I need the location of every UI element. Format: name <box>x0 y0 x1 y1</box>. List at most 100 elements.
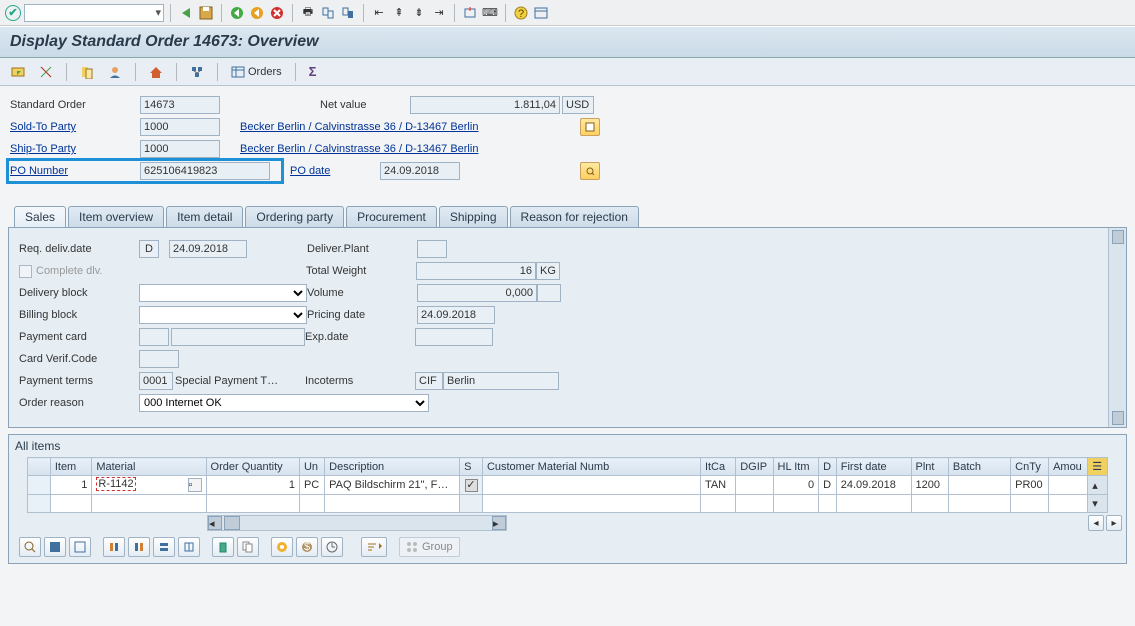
card-verif-field[interactable] <box>139 350 179 368</box>
payment-card-type[interactable] <box>139 328 169 346</box>
first-page-icon[interactable]: ⇤ <box>370 4 388 22</box>
detail-button[interactable] <box>19 537 41 557</box>
nav-first-button[interactable] <box>103 537 125 557</box>
req-deliv-rule[interactable]: D <box>139 240 159 258</box>
cell-item[interactable]: 1 <box>50 476 92 495</box>
col-itca[interactable]: ItCa <box>700 458 735 476</box>
display-header-button[interactable] <box>6 62 30 82</box>
col-d[interactable]: D <box>819 458 837 476</box>
delete-item-button[interactable] <box>212 537 234 557</box>
nav-prev-button[interactable] <box>128 537 150 557</box>
sold-to-label[interactable]: Sold-To Party <box>10 121 140 133</box>
tab-procurement[interactable]: Procurement <box>346 206 437 227</box>
nav-next-button[interactable] <box>153 537 175 557</box>
payment-terms-field[interactable]: 0001 <box>139 372 173 390</box>
grid-hscroll-right[interactable]: ▸ <box>1106 515 1122 531</box>
tab-sales[interactable]: Sales <box>14 206 66 227</box>
sum-button[interactable]: Σ <box>304 62 322 82</box>
ship-to-label[interactable]: Ship-To Party <box>10 143 140 155</box>
incoterms-text[interactable]: Berlin <box>443 372 559 390</box>
col-hlitm[interactable]: HL Itm <box>773 458 819 476</box>
pricing-button[interactable]: $ <box>296 537 318 557</box>
enter-button[interactable]: ✔ <box>4 4 22 22</box>
table-row[interactable]: 1 R-1142▫ 1 PC PAQ Bildschirm 21", F… ✓ … <box>28 476 1108 495</box>
reject-button[interactable] <box>34 62 58 82</box>
tab-shipping[interactable]: Shipping <box>439 206 508 227</box>
standard-order-field[interactable]: 14673 <box>140 96 220 114</box>
back-icon[interactable] <box>177 4 195 22</box>
copy-item-button[interactable] <box>237 537 259 557</box>
col-material[interactable]: Material <box>92 458 206 476</box>
incoterms-field[interactable]: CIF <box>415 372 443 390</box>
order-reason-select[interactable]: 000 Internet OK <box>139 394 429 412</box>
cell-d[interactable]: D <box>819 476 837 495</box>
col-plnt[interactable]: Plnt <box>911 458 948 476</box>
billing-block-select[interactable] <box>139 306 307 324</box>
col-custmat[interactable]: Customer Material Numb <box>482 458 700 476</box>
next-page-icon[interactable]: ⇟ <box>410 4 428 22</box>
col-batch[interactable]: Batch <box>948 458 1010 476</box>
cell-hlitm[interactable]: 0 <box>773 476 819 495</box>
tab-reason-rejection[interactable]: Reason for rejection <box>510 206 639 227</box>
home-button[interactable] <box>144 62 168 82</box>
table-row-empty[interactable]: ▾ <box>28 495 1108 513</box>
items-grid[interactable]: Item Material Order Quantity Un Descript… <box>27 457 1108 513</box>
nav-last-button[interactable] <box>178 537 200 557</box>
cell-custmat[interactable] <box>482 476 700 495</box>
header-nav-button[interactable] <box>75 62 99 82</box>
orders-button[interactable]: Orders <box>226 62 287 82</box>
sold-to-field[interactable]: 1000 <box>140 118 220 136</box>
deliver-plant-field[interactable] <box>417 240 447 258</box>
cell-material[interactable]: R-1142▫ <box>92 476 206 495</box>
col-amount[interactable]: Amou <box>1049 458 1088 476</box>
grid-hscrollbar[interactable]: ◂ ▸ <box>207 515 507 531</box>
partner-detail-button[interactable] <box>580 118 600 136</box>
cell-un[interactable]: PC <box>299 476 324 495</box>
grid-hscroll-left[interactable]: ◂ <box>1088 515 1104 531</box>
prev-page-icon[interactable]: ⇞ <box>390 4 408 22</box>
cell-plnt[interactable]: 1200 <box>911 476 948 495</box>
pricing-date-field[interactable]: 24.09.2018 <box>417 306 495 324</box>
save-icon[interactable] <box>197 4 215 22</box>
command-field[interactable] <box>24 4 164 22</box>
exp-date-field[interactable] <box>415 328 493 346</box>
col-first[interactable]: First date <box>836 458 911 476</box>
col-config-icon[interactable]: ☰ <box>1088 458 1108 476</box>
cell-dgip[interactable] <box>736 476 773 495</box>
panel-scrollbar[interactable] <box>1108 228 1126 427</box>
cell-scroll-up[interactable]: ▴ <box>1088 476 1108 495</box>
tab-item-overview[interactable]: Item overview <box>68 206 164 227</box>
document-flow-button[interactable] <box>185 62 209 82</box>
cell-cnty[interactable]: PR00 <box>1011 476 1049 495</box>
tab-item-detail[interactable]: Item detail <box>166 206 243 227</box>
ship-to-text[interactable]: Becker Berlin / Calvinstrasse 36 / D-134… <box>240 143 478 155</box>
cell-itca[interactable]: TAN <box>700 476 735 495</box>
cell-amount[interactable] <box>1049 476 1088 495</box>
find-icon[interactable] <box>319 4 337 22</box>
po-detail-button[interactable] <box>580 162 600 180</box>
col-item[interactable]: Item <box>50 458 92 476</box>
cell-s[interactable]: ✓ <box>460 476 483 495</box>
new-session-icon[interactable] <box>461 4 479 22</box>
cell-qty[interactable]: 1 <box>206 476 299 495</box>
payment-card-number[interactable] <box>171 328 305 346</box>
delivery-block-select[interactable] <box>139 284 307 302</box>
partner-button[interactable] <box>103 62 127 82</box>
cell-batch[interactable] <box>948 476 1010 495</box>
layout-icon[interactable] <box>532 4 550 22</box>
find-next-icon[interactable] <box>339 4 357 22</box>
exit-icon[interactable] <box>248 4 266 22</box>
col-dgip[interactable]: DGIP <box>736 458 773 476</box>
col-un[interactable]: Un <box>299 458 324 476</box>
po-date-label[interactable]: PO date <box>290 165 380 177</box>
cancel-icon[interactable] <box>268 4 286 22</box>
sort-button[interactable] <box>361 537 387 557</box>
back-green-icon[interactable] <box>228 4 246 22</box>
print-icon[interactable]: 🖶 <box>299 4 317 22</box>
tab-ordering-party[interactable]: Ordering party <box>245 206 344 227</box>
deselect-all-button[interactable] <box>69 537 91 557</box>
cell-scroll-down[interactable]: ▾ <box>1088 495 1108 513</box>
po-date-field[interactable]: 24.09.2018 <box>380 162 460 180</box>
col-s[interactable]: S <box>460 458 483 476</box>
shortcut-icon[interactable]: ⌨ <box>481 4 499 22</box>
